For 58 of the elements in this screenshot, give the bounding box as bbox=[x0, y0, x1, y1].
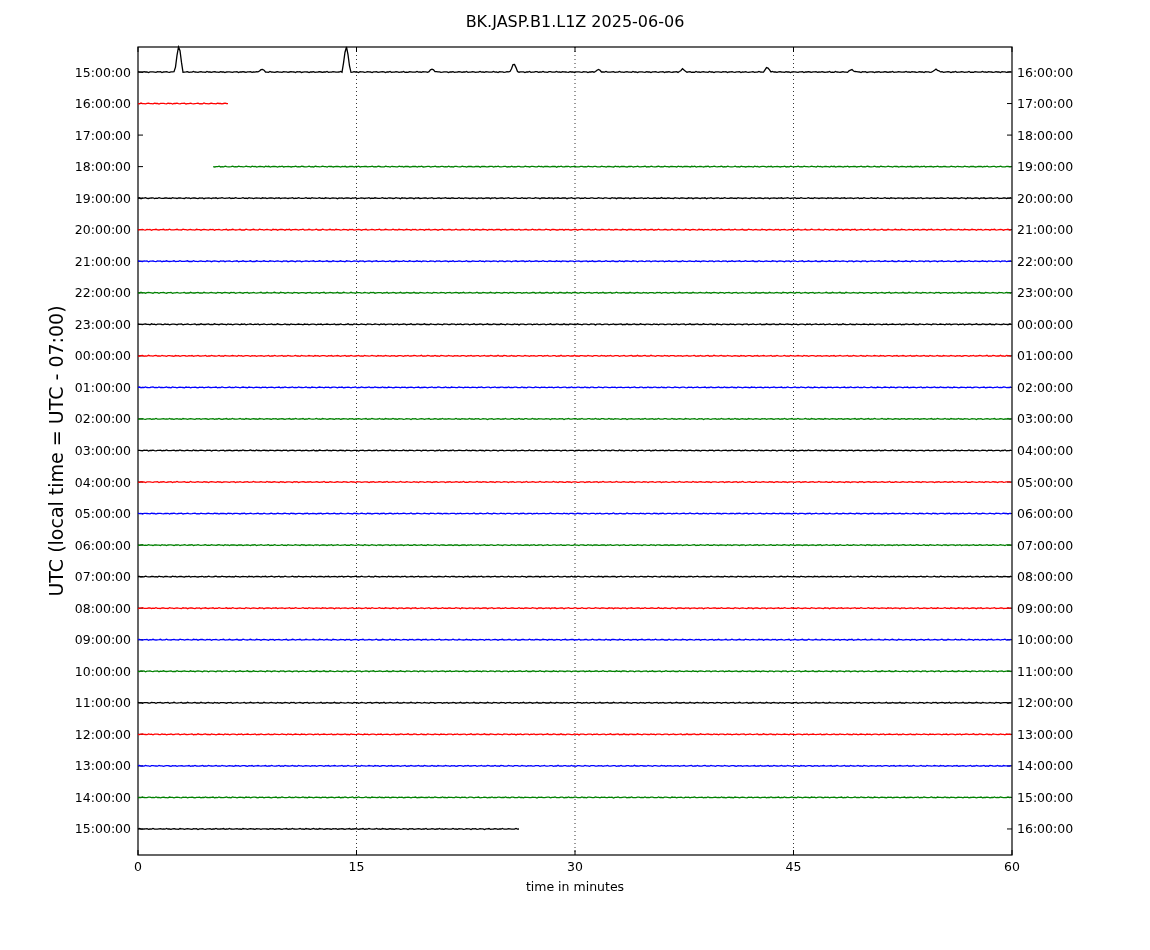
chart-title: BK.JASP.B1.L1Z 2025-06-06 bbox=[465, 12, 685, 31]
right-time-label: 06:00:00 bbox=[1017, 506, 1074, 522]
right-time-label: 16:00:00 bbox=[1017, 821, 1074, 837]
right-time-label: 01:00:00 bbox=[1017, 348, 1074, 364]
right-time-label: 17:00:00 bbox=[1017, 96, 1074, 112]
x-axis-label: time in minutes bbox=[525, 879, 625, 894]
right-time-label: 21:00:00 bbox=[1017, 222, 1074, 238]
left-time-label: 12:00:00 bbox=[74, 726, 131, 742]
right-time-label: 23:00:00 bbox=[1017, 285, 1074, 301]
left-time-label: 19:00:00 bbox=[74, 190, 131, 206]
left-time-label: 22:00:00 bbox=[74, 285, 131, 301]
right-time-label: 22:00:00 bbox=[1017, 253, 1074, 269]
left-time-label: 17:00:00 bbox=[74, 127, 131, 143]
left-time-label: 15:00:00 bbox=[74, 64, 131, 80]
left-time-label: 11:00:00 bbox=[74, 695, 131, 711]
left-time-label: 10:00:00 bbox=[74, 663, 131, 679]
right-time-label: 03:00:00 bbox=[1017, 411, 1074, 427]
left-time-label: 21:00:00 bbox=[74, 253, 131, 269]
x-tick-label: 0 bbox=[134, 859, 142, 874]
x-tick-label: 15 bbox=[348, 859, 365, 874]
right-time-label: 04:00:00 bbox=[1017, 443, 1074, 458]
x-tick-label: 60 bbox=[1004, 859, 1020, 874]
left-time-label: 13:00:00 bbox=[74, 758, 131, 774]
left-time-label: 08:00:00 bbox=[74, 600, 131, 616]
right-time-label: 02:00:00 bbox=[1017, 379, 1074, 395]
left-time-label: 14:00:00 bbox=[74, 789, 131, 805]
right-time-label: 15:00:00 bbox=[1017, 789, 1074, 805]
left-time-label: 20:00:00 bbox=[74, 222, 131, 238]
x-tick-label: 45 bbox=[785, 859, 802, 874]
right-time-label: 10:00:00 bbox=[1017, 632, 1074, 648]
left-time-label: 09:00:00 bbox=[74, 632, 131, 648]
left-time-label: 05:00:00 bbox=[74, 506, 131, 522]
left-time-label: 03:00:00 bbox=[74, 443, 131, 458]
right-time-label: 09:00:00 bbox=[1017, 600, 1074, 616]
left-time-label: 23:00:00 bbox=[74, 316, 131, 332]
left-time-label: 16:00:00 bbox=[74, 96, 131, 112]
x-tick-label: 30 bbox=[567, 859, 583, 874]
right-time-label: 20:00:00 bbox=[1017, 190, 1074, 206]
right-time-label: 19:00:00 bbox=[1017, 159, 1074, 175]
right-time-label: 12:00:00 bbox=[1017, 695, 1074, 711]
left-time-label: 00:00:00 bbox=[74, 348, 131, 364]
right-time-label: 16:00:00 bbox=[1017, 64, 1074, 80]
right-time-label: 00:00:00 bbox=[1017, 316, 1074, 332]
left-time-label: 15:00:00 bbox=[74, 821, 131, 837]
left-time-label: 18:00:00 bbox=[74, 159, 131, 175]
left-time-label: 07:00:00 bbox=[74, 569, 131, 585]
left-time-label: 06:00:00 bbox=[74, 537, 131, 553]
y-axis-label: UTC (local time = UTC - 07:00) bbox=[45, 305, 67, 597]
left-time-label: 02:00:00 bbox=[74, 411, 131, 427]
left-time-label: 04:00:00 bbox=[74, 474, 131, 490]
right-time-label: 13:00:00 bbox=[1017, 726, 1074, 742]
right-time-label: 07:00:00 bbox=[1017, 537, 1074, 553]
left-time-label: 01:00:00 bbox=[74, 379, 131, 395]
right-time-label: 14:00:00 bbox=[1017, 758, 1074, 774]
right-time-label: 05:00:00 bbox=[1017, 474, 1074, 490]
right-time-label: 11:00:00 bbox=[1017, 663, 1074, 679]
right-time-label: 18:00:00 bbox=[1017, 127, 1074, 143]
right-time-label: 08:00:00 bbox=[1017, 569, 1074, 585]
